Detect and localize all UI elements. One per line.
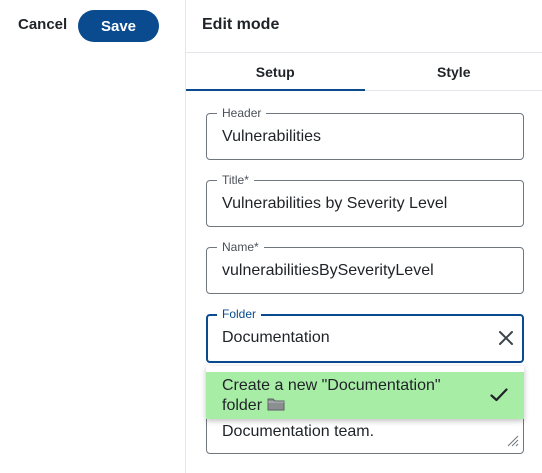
title-field[interactable]: Title* Vulnerabilities by Severity Level (206, 173, 524, 227)
edit-panel: Edit mode Setup Style Header Vulnerabili… (185, 0, 542, 473)
edit-mode-screen: Cancel Save Edit mode Setup Style Header… (0, 0, 542, 473)
tab-style[interactable]: Style (365, 53, 542, 90)
name-field-label: Name* (217, 240, 264, 254)
description-field-value: Documentation team. (222, 423, 375, 440)
tab-bar: Setup Style (186, 53, 542, 91)
create-folder-option[interactable]: Create a new "Documentation" folder (206, 372, 524, 419)
check-icon (490, 388, 508, 402)
name-field[interactable]: Name* vulnerabilitiesBySeverityLevel (206, 240, 524, 294)
folder-field-value: Documentation (222, 329, 330, 346)
panel-title: Edit mode (202, 16, 280, 33)
action-bar: Cancel Save (0, 0, 185, 473)
name-field-value: vulnerabilitiesBySeverityLevel (222, 262, 434, 279)
cancel-button[interactable]: Cancel (18, 16, 67, 33)
title-field-label: Title* (217, 173, 254, 187)
save-button[interactable]: Save (78, 10, 159, 42)
create-folder-option-label: Create a new "Documentation" folder (222, 377, 441, 414)
close-icon[interactable] (497, 329, 515, 347)
folder-icon (267, 398, 285, 411)
header-field-value: Vulnerabilities (222, 128, 322, 145)
resize-handle-icon[interactable] (507, 435, 519, 447)
folder-field-label: Folder (217, 307, 262, 321)
header-field-label: Header (217, 106, 267, 120)
header-field[interactable]: Header Vulnerabilities (206, 106, 524, 160)
tab-setup[interactable]: Setup (186, 53, 365, 91)
folder-suggestion-dropdown: Create a new "Documentation" folder (206, 366, 524, 419)
title-field-value: Vulnerabilities by Severity Level (222, 195, 448, 212)
folder-field[interactable]: Folder Documentation (206, 307, 524, 363)
